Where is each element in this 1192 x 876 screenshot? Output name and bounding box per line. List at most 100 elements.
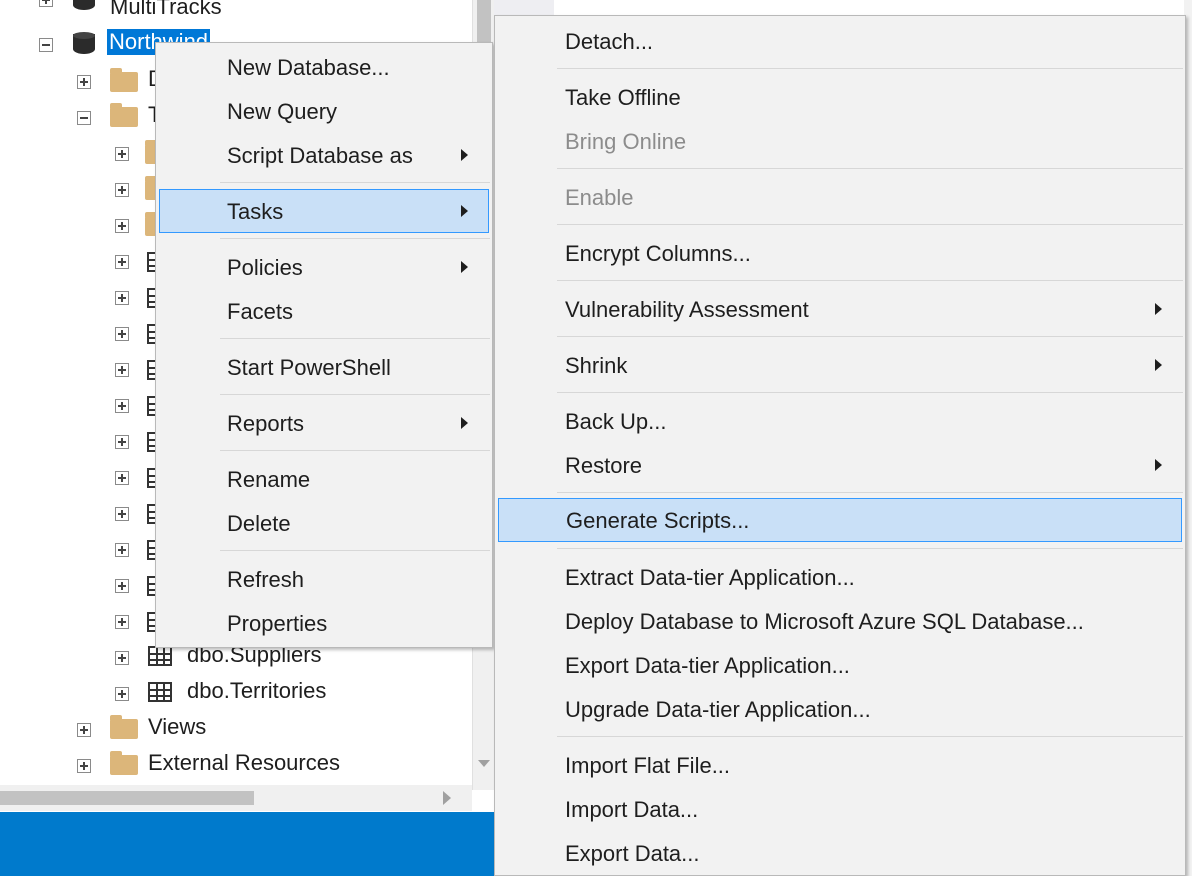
menu-item-restore[interactable]: Restore [495, 443, 1185, 487]
scrollbar-thumb[interactable] [0, 791, 254, 805]
menu-item-import-data[interactable]: Import Data... [495, 787, 1185, 831]
scroll-down-arrow-icon[interactable] [478, 760, 490, 767]
menu-item-export-data[interactable]: Export Data... [495, 831, 1185, 875]
expand-icon[interactable] [115, 687, 129, 701]
menu-item-refresh[interactable]: Refresh [156, 557, 492, 601]
menu-item-vulnerability-assessment[interactable]: Vulnerability Assessment [495, 287, 1185, 331]
menu-item-deploy-to-azure-sql[interactable]: Deploy Database to Microsoft Azure SQL D… [495, 599, 1185, 643]
expand-icon[interactable] [115, 579, 129, 593]
menu-item-encrypt-columns[interactable]: Encrypt Columns... [495, 231, 1185, 275]
menu-item-label: Deploy Database to Microsoft Azure SQL D… [565, 609, 1084, 634]
menu-item-extract-data-tier-application[interactable]: Extract Data-tier Application... [495, 555, 1185, 599]
menu-item-reports[interactable]: Reports [156, 401, 492, 445]
scroll-right-arrow-icon[interactable] [443, 791, 451, 805]
menu-item-label: New Query [227, 99, 338, 124]
horizontal-scrollbar[interactable] [0, 785, 472, 811]
menu-item-label: Policies [227, 255, 303, 280]
expand-icon[interactable] [115, 435, 129, 449]
menu-item-delete[interactable]: Delete [156, 501, 492, 545]
menu-item-detach[interactable]: Detach... [495, 19, 1185, 63]
expand-icon[interactable] [115, 363, 129, 377]
menu-item-enable[interactable]: Enable [495, 175, 1185, 219]
expand-icon[interactable] [115, 183, 129, 197]
menu-item-label: Facets [227, 299, 294, 324]
menu-item-label: Script Database as [227, 143, 413, 168]
expand-icon[interactable] [77, 759, 91, 773]
menu-item-generate-scripts[interactable]: Generate Scripts... [498, 498, 1182, 542]
menu-separator [220, 238, 490, 239]
menu-item-shrink[interactable]: Shrink [495, 343, 1185, 387]
menu-item-facets[interactable]: Facets [156, 289, 492, 333]
collapse-icon[interactable] [77, 111, 91, 125]
menu-item-upgrade-data-tier-application[interactable]: Upgrade Data-tier Application... [495, 687, 1185, 731]
expand-icon[interactable] [115, 651, 129, 665]
menu-separator [557, 280, 1183, 281]
expand-icon[interactable] [115, 615, 129, 629]
menu-item-label: Shrink [565, 353, 628, 378]
menu-item-rename[interactable]: Rename [156, 457, 492, 501]
menu-item-new-database[interactable]: New Database... [156, 45, 492, 89]
expand-icon[interactable] [115, 543, 129, 557]
menu-item-policies[interactable]: Policies [156, 245, 492, 289]
tree-node-label: Views [148, 714, 207, 739]
expand-icon[interactable] [115, 219, 129, 233]
menu-item-label: Take Offline [565, 85, 681, 110]
menu-item-import-flat-file[interactable]: Import Flat File... [495, 743, 1185, 787]
menu-item-tasks[interactable]: Tasks [159, 189, 489, 233]
menu-separator [557, 548, 1183, 549]
expand-icon[interactable] [115, 255, 129, 269]
menu-item-label: Restore [565, 453, 643, 478]
menu-item-back-up[interactable]: Back Up... [495, 399, 1185, 443]
tree-node-label: dbo.Territories [187, 678, 327, 703]
menu-item-label: Bring Online [565, 129, 687, 154]
expand-icon[interactable] [115, 147, 129, 161]
submenu-arrow-icon [1155, 459, 1162, 471]
menu-item-label: Properties [227, 611, 328, 636]
scrollbar-thumb[interactable] [477, 0, 491, 42]
menu-item-new-query[interactable]: New Query [156, 89, 492, 133]
menu-item-script-database-as[interactable]: Script Database as [156, 133, 492, 177]
menu-item-label: Enable [565, 185, 634, 210]
status-bar [0, 812, 500, 876]
menu-item-label: Encrypt Columns... [565, 241, 751, 266]
menu-item-label: Export Data-tier Application... [565, 653, 850, 678]
menu-item-label: Vulnerability Assessment [565, 297, 809, 322]
expand-icon[interactable] [115, 507, 129, 521]
submenu-arrow-icon [461, 149, 468, 161]
tree-node-label: MultiTracks [110, 0, 222, 19]
menu-item-label: Start PowerShell [227, 355, 391, 380]
menu-item-bring-online[interactable]: Bring Online [495, 119, 1185, 163]
tree-node-label: External Resources [148, 750, 340, 775]
expand-icon[interactable] [77, 723, 91, 737]
menu-separator [557, 168, 1183, 169]
folder-icon [110, 715, 138, 739]
expand-icon[interactable] [115, 327, 129, 341]
menu-item-label: Detach... [565, 29, 654, 54]
menu-item-label: Export Data... [565, 841, 700, 866]
menu-separator [557, 224, 1183, 225]
menu-separator [557, 68, 1183, 69]
menu-separator [557, 736, 1183, 737]
menu-item-properties[interactable]: Properties [156, 601, 492, 645]
menu-item-start-powershell[interactable]: Start PowerShell [156, 345, 492, 389]
menu-item-export-data-tier-application[interactable]: Export Data-tier Application... [495, 643, 1185, 687]
menu-item-take-offline[interactable]: Take Offline [495, 75, 1185, 119]
expand-icon[interactable] [115, 471, 129, 485]
menu-separator [220, 550, 490, 551]
menu-item-label: Extract Data-tier Application... [565, 565, 855, 590]
submenu-arrow-icon [1155, 359, 1162, 371]
expand-icon[interactable] [39, 0, 53, 7]
database-icon [73, 32, 95, 56]
folder-icon [110, 68, 138, 92]
menu-item-label: Generate Scripts... [566, 508, 750, 533]
menu-separator [220, 450, 490, 451]
table-icon [148, 646, 172, 666]
expand-icon[interactable] [115, 291, 129, 305]
menu-separator [220, 182, 490, 183]
menu-item-label: Reports [227, 411, 305, 436]
folder-icon [110, 103, 138, 127]
menu-item-label: Tasks [227, 199, 284, 224]
expand-icon[interactable] [77, 75, 91, 89]
collapse-icon[interactable] [39, 38, 53, 52]
expand-icon[interactable] [115, 399, 129, 413]
